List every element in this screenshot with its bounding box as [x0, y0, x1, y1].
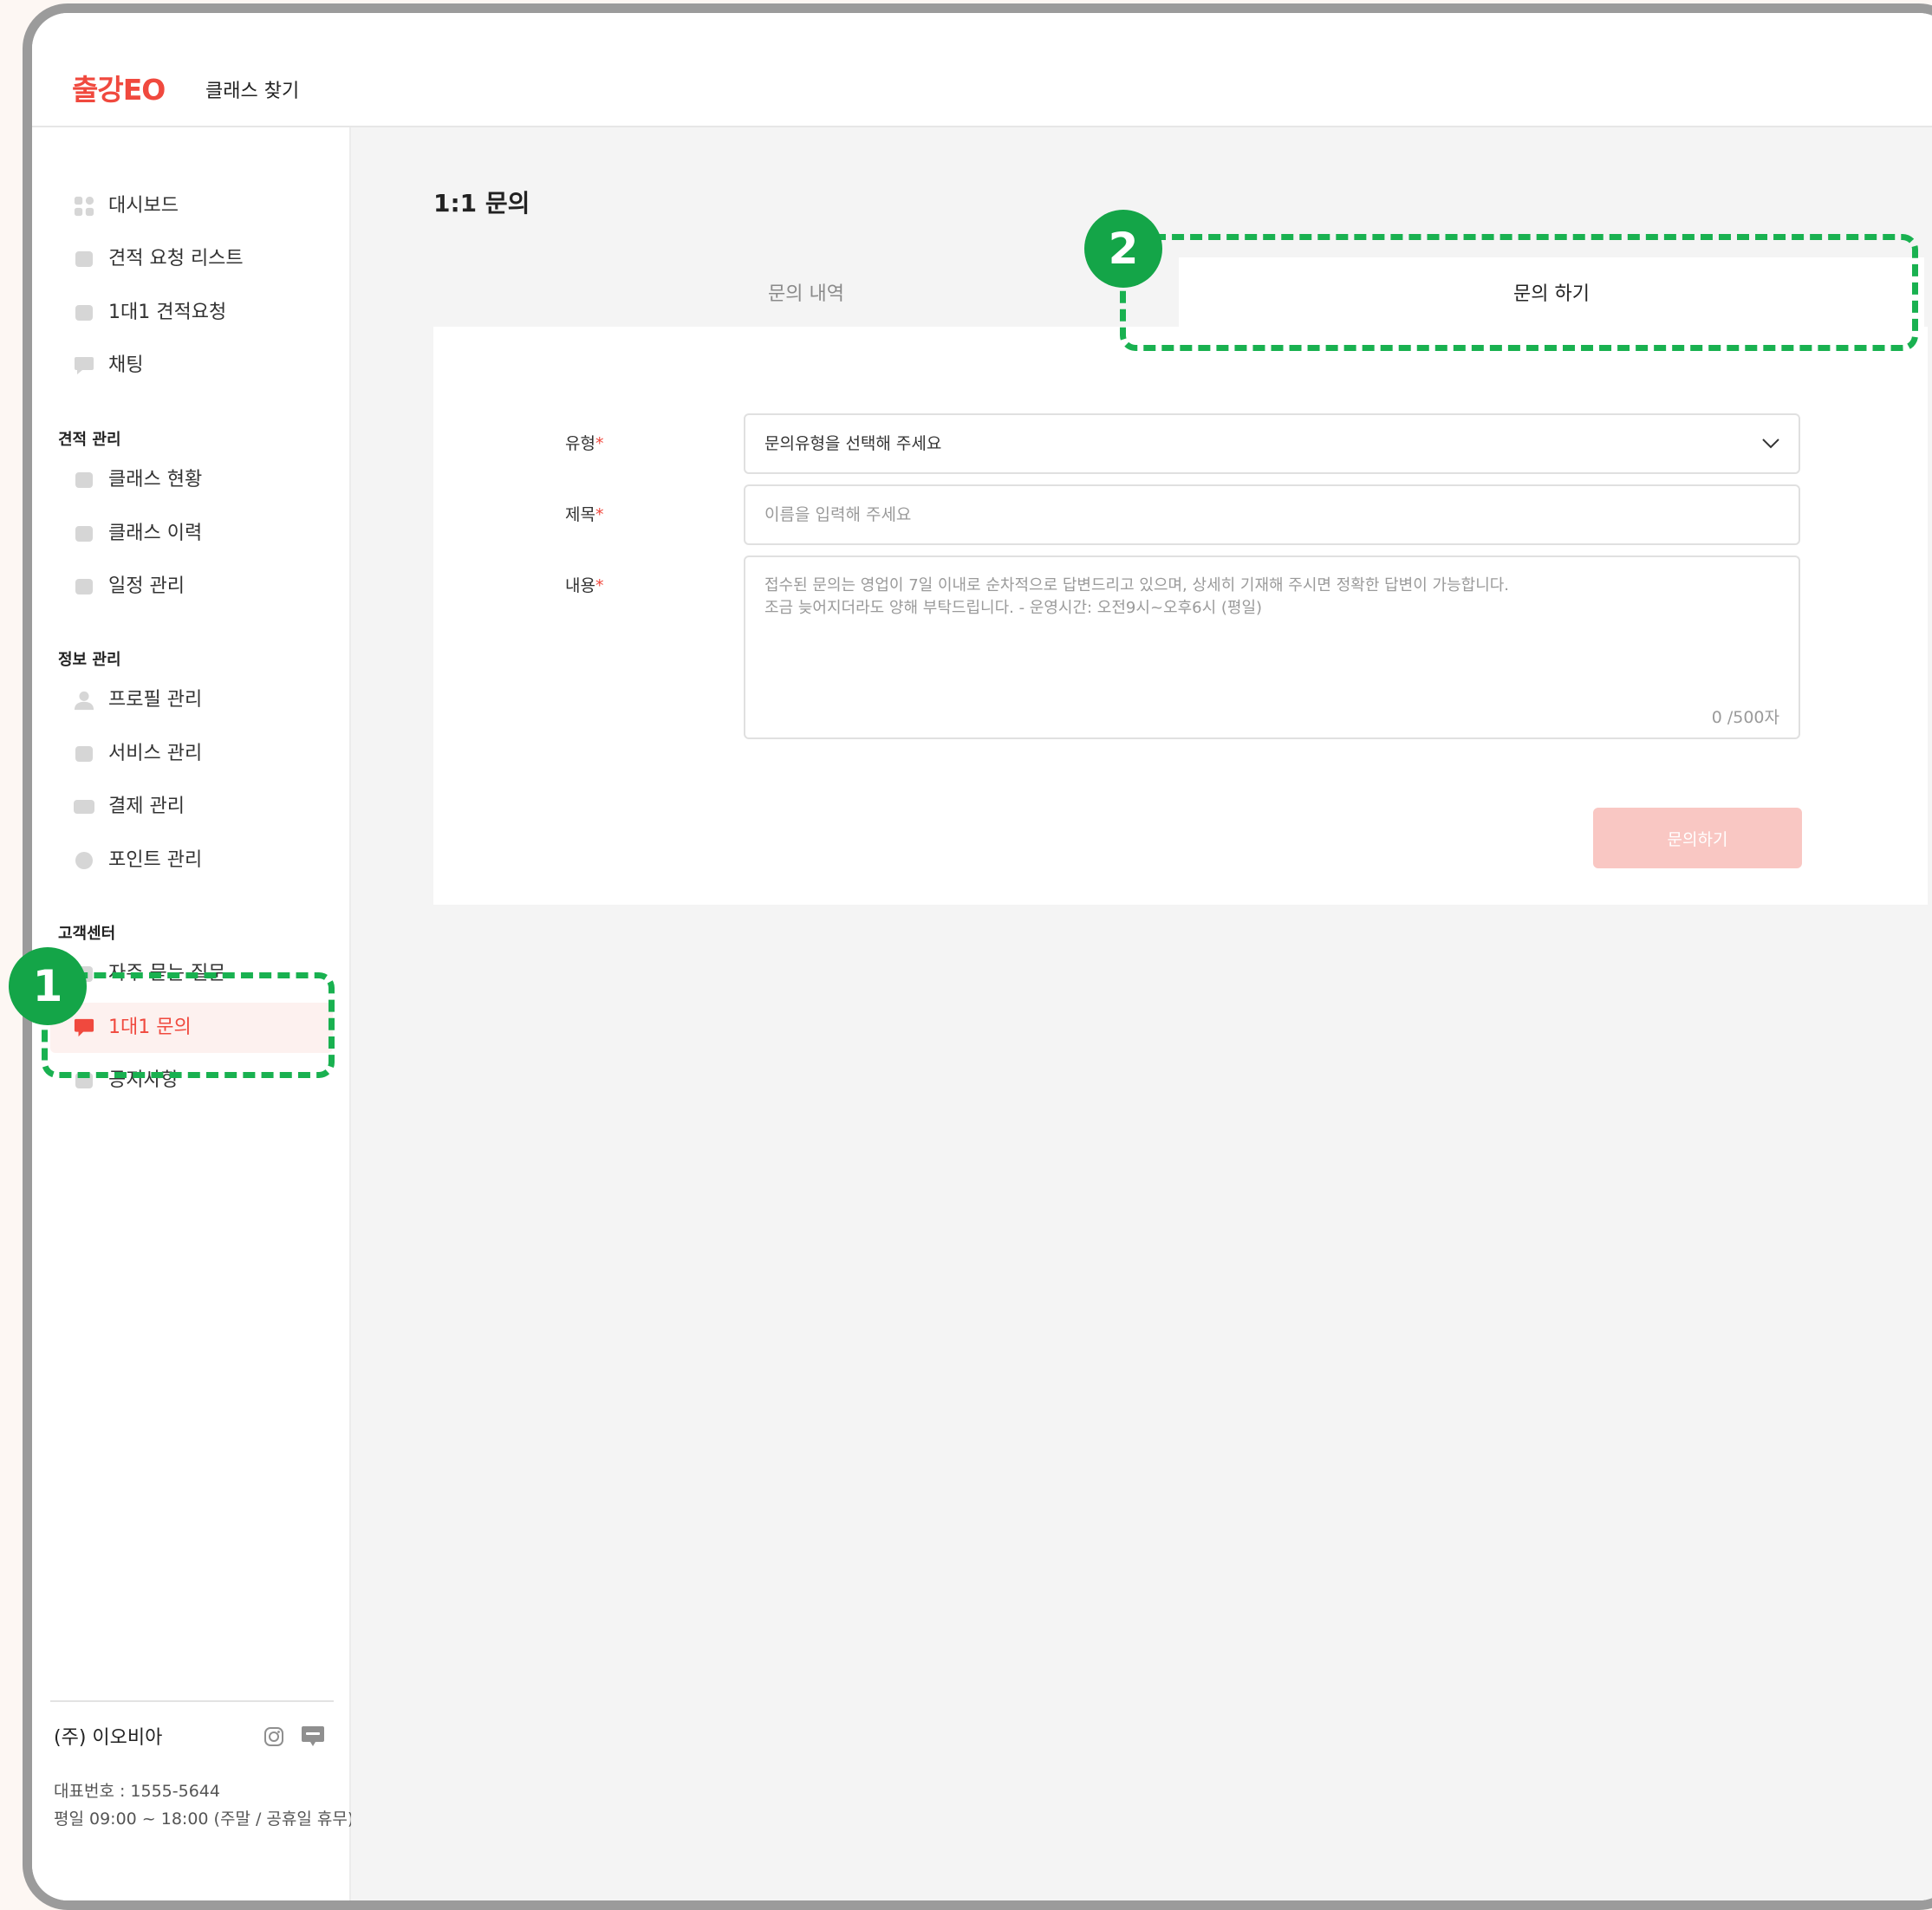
- sidebar-item-label: 클래스 현황: [108, 469, 203, 490]
- content-textarea[interactable]: 접수된 문의는 영업이 7일 이내로 순차적으로 답변드리고 있으며, 상세히 …: [744, 555, 1800, 739]
- content-placeholder-line1: 접수된 문의는 영업이 7일 이내로 순차적으로 답변드리고 있으며, 상세히 …: [764, 576, 1510, 594]
- profile-icon: [74, 690, 94, 711]
- highlight-make-inquiry-tab: [1120, 234, 1918, 351]
- sidebar-item-label: 일정 관리: [108, 575, 185, 597]
- submit-inquiry-button[interactable]: 문의하기: [1593, 808, 1802, 868]
- sidebar-item-class-history[interactable]: 클래스 이력: [50, 509, 333, 559]
- char-counter: 0 /500자: [1711, 708, 1779, 727]
- brand-logo[interactable]: 출강EO: [72, 73, 166, 107]
- sidebar-item-label: 결제 관리: [108, 796, 185, 817]
- sidebar-item-label: 대시보드: [108, 195, 179, 217]
- service-icon: [74, 744, 94, 764]
- section-title-support: 고객센터: [58, 925, 116, 943]
- contact-phone: 대표번호 : 1555-5644: [54, 1782, 220, 1801]
- title-label: 제목*: [565, 505, 604, 524]
- sidebar-item-label: 견적 요청 리스트: [108, 248, 244, 270]
- dashboard-icon: [74, 196, 94, 217]
- sidebar-item-calendar[interactable]: 일정 관리: [50, 562, 333, 612]
- company-name: (주) 이오비아: [54, 1727, 163, 1749]
- sidebar-item-dashboard[interactable]: 대시보드: [50, 181, 333, 231]
- blog-icon[interactable]: [301, 1725, 325, 1749]
- type-label: 유형*: [565, 434, 604, 453]
- title-input[interactable]: 이름을 입력해 주세요: [744, 484, 1800, 545]
- title-placeholder: 이름을 입력해 주세요: [764, 505, 912, 524]
- tab-inquiry-history[interactable]: 문의 내역: [433, 257, 1179, 327]
- section-title-info: 정보 관리: [58, 651, 121, 669]
- inquiry-type-value: 문의유형을 선택해 주세요: [764, 434, 942, 453]
- nav-find-class[interactable]: 클래스 찾기: [205, 79, 299, 105]
- sidebar-item-one-to-one-quote[interactable]: 1대1 견적요청: [50, 288, 333, 338]
- sidebar-item-service[interactable]: 서비스 관리: [50, 729, 333, 779]
- one-to-one-quote-icon: [74, 302, 94, 323]
- top-header: 출강EO 클래스 찾기: [32, 13, 1932, 127]
- instagram-icon[interactable]: [262, 1725, 286, 1749]
- inquiry-form-card: 유형* 문의유형을 선택해 주세요 제목* 이름을 입력해 주세요 내용* 접수…: [433, 327, 1928, 905]
- sidebar-item-chat[interactable]: 채팅: [50, 341, 333, 391]
- payment-card-icon: [74, 796, 94, 817]
- chat-icon: [74, 355, 94, 376]
- calendar-icon: [74, 576, 94, 597]
- sidebar-item-profile[interactable]: 프로필 관리: [50, 675, 333, 725]
- sidebar-item-quote-list[interactable]: 견적 요청 리스트: [50, 234, 333, 284]
- business-hours: 평일 09:00 ~ 18:00 (주말 / 공휴일 휴무): [54, 1809, 355, 1829]
- point-icon: [74, 850, 94, 871]
- sidebar-item-label: 서비스 관리: [108, 743, 203, 764]
- sidebar-item-label: 1대1 견적요청: [108, 302, 227, 323]
- chevron-down-icon: [1762, 436, 1779, 452]
- main-content: 1:1 문의 문의 내역 문의 하기 유형* 문의유형을 선택해 주세요 제목*…: [351, 127, 1932, 1900]
- class-status-icon: [74, 470, 94, 490]
- inquiry-type-select[interactable]: 문의유형을 선택해 주세요: [744, 413, 1800, 474]
- sidebar-item-label: 포인트 관리: [108, 849, 203, 871]
- sidebar-item-label: 채팅: [108, 354, 144, 376]
- class-history-icon: [74, 523, 94, 544]
- section-title-quote: 견적 관리: [58, 431, 121, 449]
- sidebar-item-payment[interactable]: 결제 관리: [50, 782, 333, 832]
- sidebar-item-point[interactable]: 포인트 관리: [50, 835, 333, 886]
- quote-list-icon: [74, 249, 94, 270]
- content-placeholder-line2: 조금 늦어지더라도 양해 부탁드립니다. - 운영시간: 오전9시~오후6시 (…: [764, 599, 1263, 617]
- content-label: 내용*: [565, 576, 604, 595]
- step-badge-2: 2: [1084, 210, 1162, 288]
- sidebar-item-class-status[interactable]: 클래스 현황: [50, 455, 333, 505]
- step-badge-1: 1: [9, 947, 87, 1025]
- sidebar-item-label: 클래스 이력: [108, 523, 203, 544]
- sidebar-item-label: 프로필 관리: [108, 689, 203, 711]
- sidebar-footer-divider: [50, 1700, 334, 1702]
